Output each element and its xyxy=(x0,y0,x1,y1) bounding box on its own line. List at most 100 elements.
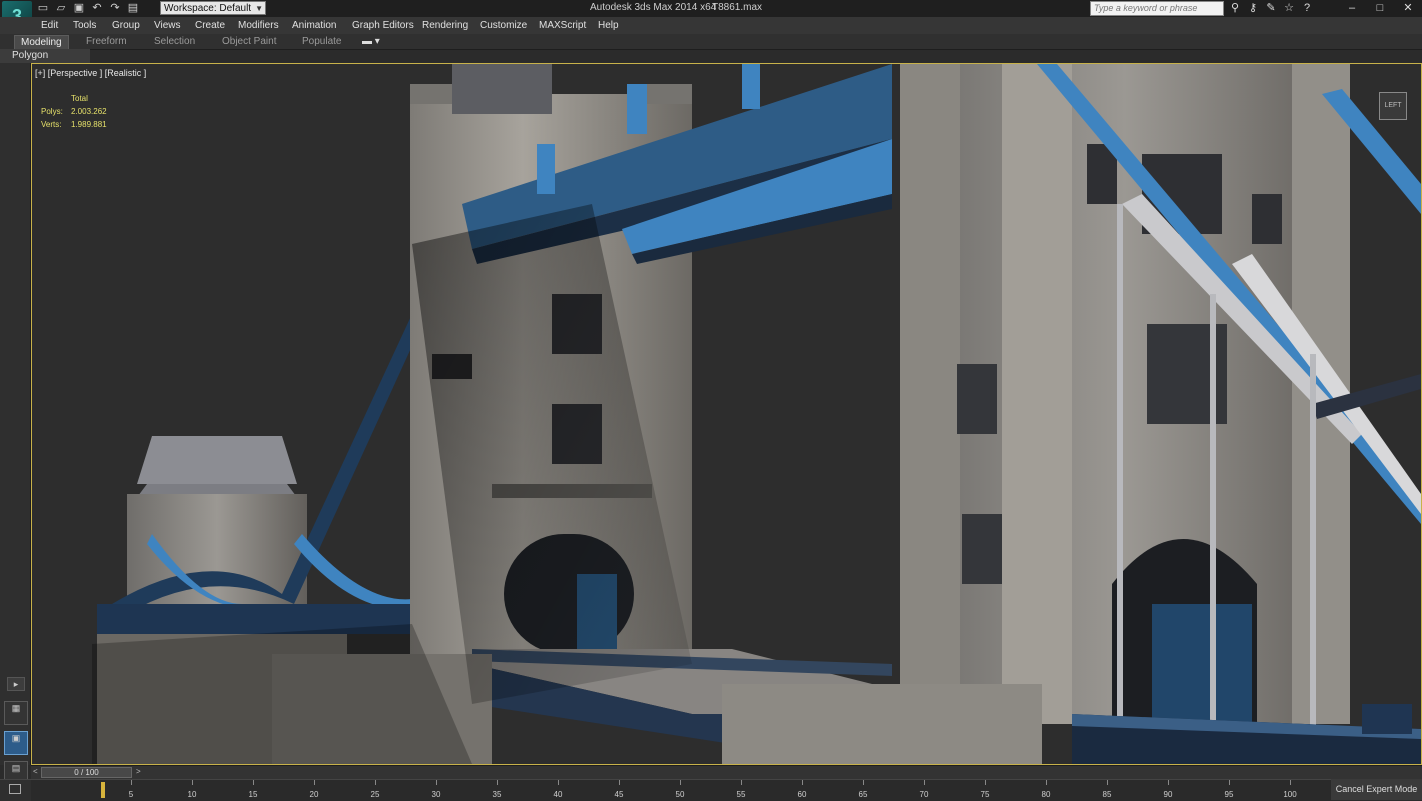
info-center-toolbar: ⚲ ⚷ ✎ ☆ ? xyxy=(1228,1,1314,15)
viewcube[interactable]: LEFT xyxy=(1379,92,1407,120)
tick-10 xyxy=(192,780,193,785)
workspace-dropdown[interactable]: Workspace: Default ▼ xyxy=(160,1,266,15)
save-icon[interactable]: ▣ xyxy=(72,2,86,14)
tick-85 xyxy=(1107,780,1108,785)
bridge-render xyxy=(32,64,1421,764)
tick-label: 85 xyxy=(1103,790,1112,799)
tick-5 xyxy=(131,780,132,785)
statistics-overlay: Total Polys:2.003.262 Verts:1.989.881 xyxy=(41,92,107,131)
maximize-icon[interactable]: □ xyxy=(1366,0,1394,17)
tick-45 xyxy=(619,780,620,785)
tick-35 xyxy=(497,780,498,785)
menu-help[interactable]: Help xyxy=(598,20,619,31)
close-icon[interactable]: ✕ xyxy=(1394,0,1422,17)
trackbar-toggle[interactable] xyxy=(0,779,31,801)
tick-label: 60 xyxy=(798,790,807,799)
chevron-down-icon: ▼ xyxy=(255,2,263,16)
new-file-icon[interactable]: ▭ xyxy=(36,2,50,14)
time-marker[interactable] xyxy=(101,782,105,798)
tab-populate[interactable]: Populate xyxy=(296,35,347,48)
tick-label: 35 xyxy=(493,790,502,799)
binoculars-icon[interactable]: ⚲ xyxy=(1228,1,1242,15)
quick-access-toolbar: ▭ ▱ ▣ ↶ ↷ ▤ xyxy=(36,2,140,14)
tick-100 xyxy=(1290,780,1291,785)
left-toolbar: ▸ ▦ ▣ ▤ xyxy=(0,63,31,765)
menu-customize[interactable]: Customize xyxy=(480,20,527,31)
viewport-label[interactable]: [+] [Perspective ] [Realistic ] xyxy=(35,68,146,78)
time-next-arrow[interactable]: > xyxy=(136,767,141,776)
file-title: T8861.max xyxy=(712,2,762,13)
menu-group[interactable]: Group xyxy=(112,20,140,31)
expand-arrow-icon[interactable]: ▸ xyxy=(7,677,25,691)
active-viewport-layout-icon[interactable]: ▣ xyxy=(4,731,28,755)
tick-label: 15 xyxy=(249,790,258,799)
tick-label: 75 xyxy=(981,790,990,799)
tick-70 xyxy=(924,780,925,785)
open-file-icon[interactable]: ▱ xyxy=(54,2,68,14)
tab-object-paint[interactable]: Object Paint xyxy=(216,35,282,48)
menu-create[interactable]: Create xyxy=(195,20,225,31)
ribbon-options-icon[interactable]: ▬ ▾ xyxy=(356,35,386,48)
redo-icon[interactable]: ↷ xyxy=(108,2,122,14)
tab-selection[interactable]: Selection xyxy=(148,35,201,48)
tick-25 xyxy=(375,780,376,785)
menu-maxscript[interactable]: MAXScript xyxy=(539,20,586,31)
tick-75 xyxy=(985,780,986,785)
cancel-expert-mode-button[interactable]: Cancel Expert Mode xyxy=(1331,779,1422,800)
tick-95 xyxy=(1229,780,1230,785)
undo-icon[interactable]: ↶ xyxy=(90,2,104,14)
menu-modifiers[interactable]: Modifiers xyxy=(238,20,279,31)
tick-label: 50 xyxy=(676,790,685,799)
menu-edit[interactable]: Edit xyxy=(41,20,58,31)
tick-label: 30 xyxy=(432,790,441,799)
tick-label: 10 xyxy=(188,790,197,799)
time-prev-arrow[interactable]: < xyxy=(33,767,38,776)
time-slider[interactable]: 0 / 100 xyxy=(41,767,132,778)
menu-bar: Edit Tools Group Views Create Modifiers … xyxy=(0,17,1422,34)
verts-value: 1.989.881 xyxy=(71,120,107,129)
ribbon-tabs: Modeling Freeform Selection Object Paint… xyxy=(0,34,1422,50)
tick-label: 90 xyxy=(1164,790,1173,799)
menu-graph-editors[interactable]: Graph Editors xyxy=(352,20,414,31)
tick-30 xyxy=(436,780,437,785)
curve-editor-icon xyxy=(9,784,21,794)
track-bar[interactable]: 5 10 15 20 25 30 35 40 45 50 55 60 65 70… xyxy=(31,779,1331,801)
verts-label: Verts: xyxy=(41,118,71,131)
tab-modeling[interactable]: Modeling xyxy=(14,35,69,50)
tools-icon[interactable]: ✎ xyxy=(1264,1,1278,15)
tick-label: 80 xyxy=(1042,790,1051,799)
tick-15 xyxy=(253,780,254,785)
tick-label: 55 xyxy=(737,790,746,799)
tick-label: 65 xyxy=(859,790,868,799)
polys-value: 2.003.262 xyxy=(71,107,107,116)
tick-90 xyxy=(1168,780,1169,785)
title-bar: 3 ▭ ▱ ▣ ↶ ↷ ▤ Workspace: Default ▼ Autod… xyxy=(0,0,1422,18)
help-icon[interactable]: ? xyxy=(1300,1,1314,15)
perspective-viewport[interactable]: [+] [Perspective ] [Realistic ] Total Po… xyxy=(31,63,1422,765)
polys-label: Polys: xyxy=(41,105,71,118)
star-icon[interactable]: ☆ xyxy=(1282,1,1296,15)
workspace-label: Workspace: Default xyxy=(164,3,251,14)
time-slider-bar: < 0 / 100 > xyxy=(31,765,1422,780)
minimize-icon[interactable]: – xyxy=(1338,0,1366,17)
panel-polygon-modeling[interactable]: Polygon Modeling xyxy=(0,49,90,63)
tick-60 xyxy=(802,780,803,785)
search-input[interactable]: Type a keyword or phrase xyxy=(1090,1,1224,16)
tick-label: 95 xyxy=(1225,790,1234,799)
tick-label: 70 xyxy=(920,790,929,799)
menu-views[interactable]: Views xyxy=(154,20,181,31)
tab-freeform[interactable]: Freeform xyxy=(80,35,133,48)
menu-animation[interactable]: Animation xyxy=(292,20,336,31)
viewport-layout-icon[interactable]: ▦ xyxy=(4,701,28,725)
tick-50 xyxy=(680,780,681,785)
stats-header: Total xyxy=(41,92,107,105)
tick-label: 5 xyxy=(129,790,133,799)
menu-rendering[interactable]: Rendering xyxy=(422,20,468,31)
menu-tools[interactable]: Tools xyxy=(73,20,96,31)
window-controls: – □ ✕ xyxy=(1338,0,1422,17)
tick-80 xyxy=(1046,780,1047,785)
hold-icon[interactable]: ▤ xyxy=(126,2,140,14)
tick-20 xyxy=(314,780,315,785)
cast-shadow-2 xyxy=(92,624,472,764)
key-icon[interactable]: ⚷ xyxy=(1246,1,1260,15)
